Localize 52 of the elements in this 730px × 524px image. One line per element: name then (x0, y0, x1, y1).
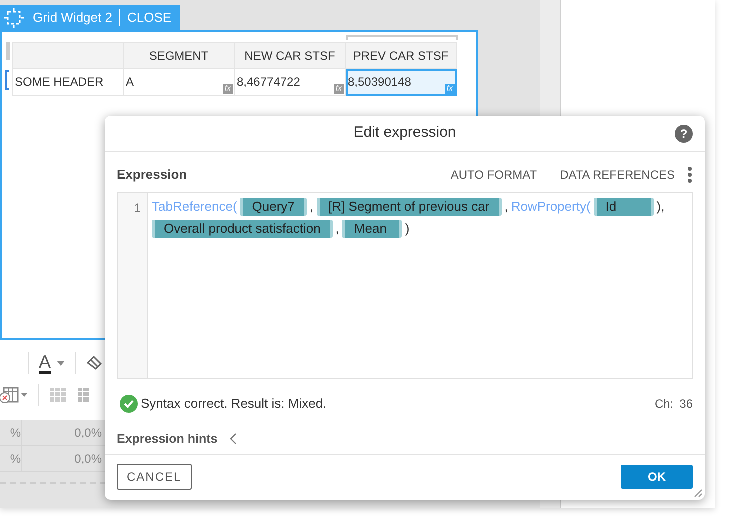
code-punctuation: ), (656, 198, 665, 216)
ok-button[interactable]: OK (621, 465, 693, 489)
widget-title: Grid Widget 2 (33, 8, 112, 27)
char-label: Ch: (654, 396, 674, 413)
function-name: RowProperty( (511, 198, 591, 216)
formula-marker: fx (334, 84, 344, 94)
column-header[interactable]: PREV CAR STSF (346, 42, 456, 68)
column-header[interactable]: SEGMENT (124, 42, 234, 68)
caret-icon (57, 360, 66, 366)
row-header: SOME HEADER (12, 68, 124, 96)
table-cell: % (0, 420, 22, 445)
char-count: 36 (680, 396, 693, 413)
function-name: TabReference( (152, 198, 238, 216)
reference-chip[interactable]: Overall product satisfaction (152, 220, 333, 238)
status-message: Syntax correct. Result is: Mixed. (141, 395, 327, 413)
table-cell-text: 0,0% (74, 450, 102, 468)
column-header[interactable]: NEW CAR STSF (234, 42, 346, 68)
text-color-button[interactable]: A (39, 352, 66, 374)
reference-chip[interactable]: Mean (342, 220, 402, 238)
code-punctuation: , (504, 198, 508, 216)
reference-chip[interactable]: Id (594, 198, 654, 216)
code-punctuation: ) (405, 220, 410, 238)
formula-marker: fx (444, 84, 455, 94)
row-bracket[interactable] (5, 70, 9, 90)
column-handle[interactable] (346, 35, 458, 40)
code-punctuation: , (336, 220, 340, 238)
cancel-button[interactable]: CANCEL (117, 464, 192, 490)
eraser-icon[interactable] (86, 355, 104, 371)
table-cell: % (0, 446, 22, 471)
reference-chip[interactable]: [R] Segment of previous car (316, 198, 502, 216)
table-cell[interactable]: 8,46774722 fx (234, 68, 346, 96)
formula-marker: fx (222, 84, 233, 94)
expression-label: Expression (117, 166, 188, 184)
code-punctuation: , (310, 198, 314, 216)
resize-grip-icon[interactable] (693, 488, 703, 498)
select-frame-icon (3, 8, 25, 28)
toolbar-link[interactable]: AUTO FORMAT (450, 166, 538, 184)
table-icon[interactable] (77, 387, 89, 403)
toolbar-link[interactable]: DATA REFERENCES (560, 166, 675, 184)
expression-hints-label[interactable]: Expression hints (117, 430, 218, 448)
reference-chip[interactable]: Query7 (240, 198, 307, 216)
more-menu-icon[interactable] (687, 166, 693, 184)
dialog-title: Edit expression (354, 123, 456, 144)
row-handle[interactable] (6, 42, 10, 60)
line-number: 1 (134, 201, 141, 215)
table-cell[interactable]: 8,50390148 fx (346, 68, 456, 96)
expression-editor[interactable]: 1 TabReference( Query7 , [R] Segment of previous car , RowProperty( Id ), Overall product satisfaction , Mean ) (117, 192, 693, 379)
table-cell-text: 0,0% (74, 424, 102, 442)
chevron-icon[interactable] (230, 432, 238, 445)
table-cell[interactable]: A fx (124, 68, 234, 96)
help-button[interactable]: ? (675, 125, 693, 143)
calendar-clear-icon[interactable] (0, 386, 28, 404)
